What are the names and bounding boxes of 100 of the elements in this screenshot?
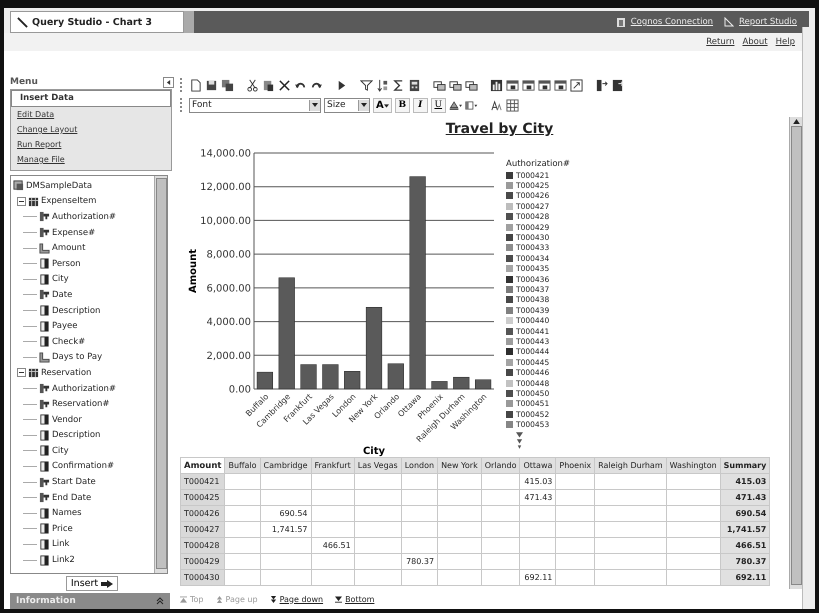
bold-button[interactable]: B [394,98,410,112]
new-page-icon[interactable] [189,78,202,92]
tree-item[interactable]: Link [52,539,70,550]
menu-item[interactable]: Change Layout [11,122,171,137]
menu-item[interactable]: Edit Data [11,107,171,122]
collapse-icon[interactable] [17,368,26,378]
bar[interactable] [453,376,470,390]
bar[interactable] [474,379,492,390]
column-header[interactable]: Amount [180,458,225,474]
scrollbar[interactable] [154,176,167,573]
utility-link[interactable]: About [742,37,768,47]
tree-item[interactable]: Authorization# [52,384,116,394]
tree-item[interactable]: Price [52,524,73,534]
utility-link[interactable]: Help [776,37,795,47]
tree-item[interactable]: Vendor [52,414,82,425]
column-header[interactable]: Cambridge [260,458,311,474]
row-header[interactable]: T000428 [180,538,225,554]
fill-color-icon[interactable] [448,98,462,112]
scrollbar[interactable] [789,117,802,589]
collapse-icon[interactable] [17,196,26,206]
filter-icon[interactable] [360,78,373,92]
summary-icon[interactable] [392,78,405,92]
tree-item[interactable]: Authorization# [52,212,116,222]
tree-item[interactable]: Date [52,290,72,300]
column-header[interactable]: Phoenix [556,458,595,474]
tree-item[interactable]: ExpenseItem [41,196,96,206]
calculator-icon[interactable] [408,78,421,92]
bar[interactable] [366,307,382,390]
column-header[interactable]: Summary [720,458,770,474]
group-icon[interactable] [449,78,462,92]
window-title-tab[interactable]: Query Studio - Chart 3 [10,11,184,33]
bar[interactable] [256,372,274,390]
report-title[interactable]: Travel by City [446,121,554,137]
tree-item[interactable]: City [52,274,69,284]
up-arrow-icon[interactable] [792,119,800,124]
row-header[interactable]: T000421 [180,474,225,490]
tree-item[interactable]: Confirmation# [52,461,114,472]
tree-item[interactable]: Check# [52,336,86,347]
save-icon[interactable] [205,78,218,92]
tree-item[interactable]: DMSampleData [26,180,92,191]
delete-icon[interactable] [278,78,291,92]
menu-item[interactable]: Manage File [11,152,171,167]
tree-item[interactable]: Description [52,306,100,316]
sort-icon[interactable] [376,78,389,92]
column-header[interactable]: Orlando [481,458,520,474]
tree-item[interactable]: Expense# [52,228,96,238]
tree-item[interactable]: Reservation [41,368,92,378]
utility-link[interactable]: Return [706,37,734,47]
pager-link[interactable]: Bottom [335,594,374,604]
tree-item[interactable]: Start Date [52,477,96,488]
column-header[interactable]: London [401,458,438,474]
column-left-icon[interactable] [595,78,608,92]
size-dropdown[interactable]: Size [324,98,370,112]
scissors-icon[interactable] [246,78,259,92]
layout-icon[interactable] [554,78,567,92]
tree-item[interactable]: Amount [52,243,86,254]
row-header[interactable]: T000429 [180,554,225,570]
row-header[interactable]: T000426 [180,506,225,522]
tree-item[interactable]: Payee [52,321,78,332]
font-color-button[interactable]: A [373,98,392,112]
tree-item[interactable]: Link2 [52,555,75,566]
row-header[interactable]: T000425 [180,490,225,506]
tree-item[interactable]: Person [52,258,81,269]
group-icon[interactable] [465,78,478,92]
column-header[interactable]: Washington [666,458,720,474]
header-link[interactable]: Report Studio [739,17,797,27]
swap-icon[interactable] [570,78,583,92]
grid-icon[interactable] [506,98,519,112]
layout-icon[interactable] [506,78,519,92]
tree-item[interactable]: End Date [52,492,92,503]
collapse-button[interactable] [163,76,174,88]
save-as-icon[interactable] [221,78,234,92]
pager-link[interactable]: Page down [270,594,324,604]
row-header[interactable]: T000430 [180,570,225,586]
insert-button[interactable]: Insert [66,576,118,591]
style-icon[interactable] [490,98,503,112]
chart-icon[interactable] [490,78,503,92]
column-header[interactable]: Frankfurt [311,458,354,474]
column-header[interactable]: Buffalo [224,458,260,474]
page-scrollbar[interactable] [802,27,815,609]
bar[interactable] [431,381,448,390]
tree-item[interactable]: Days to Pay [52,352,102,362]
font-dropdown[interactable]: Font [189,98,321,112]
border-icon[interactable] [464,98,478,112]
more-icon[interactable] [516,432,523,450]
layout-icon[interactable] [538,78,551,92]
tree-item[interactable]: Reservation# [52,399,110,410]
column-header[interactable]: Ottawa [520,458,556,474]
menu-item[interactable]: Run Report [11,137,171,152]
column-header[interactable]: Las Vegas [354,458,402,474]
tree-item[interactable]: Description [52,430,100,440]
tree-item[interactable]: Names [52,508,82,518]
italic-button[interactable]: I [412,98,428,112]
column-header[interactable]: Raleigh Durham [594,458,666,474]
header-link[interactable]: Cognos Connection [630,17,714,27]
layout-icon[interactable] [522,78,535,92]
bar[interactable] [300,364,317,390]
paste-icon[interactable] [262,78,275,92]
column-right-icon[interactable] [611,78,624,92]
menu-item[interactable]: Insert Data [11,90,171,107]
